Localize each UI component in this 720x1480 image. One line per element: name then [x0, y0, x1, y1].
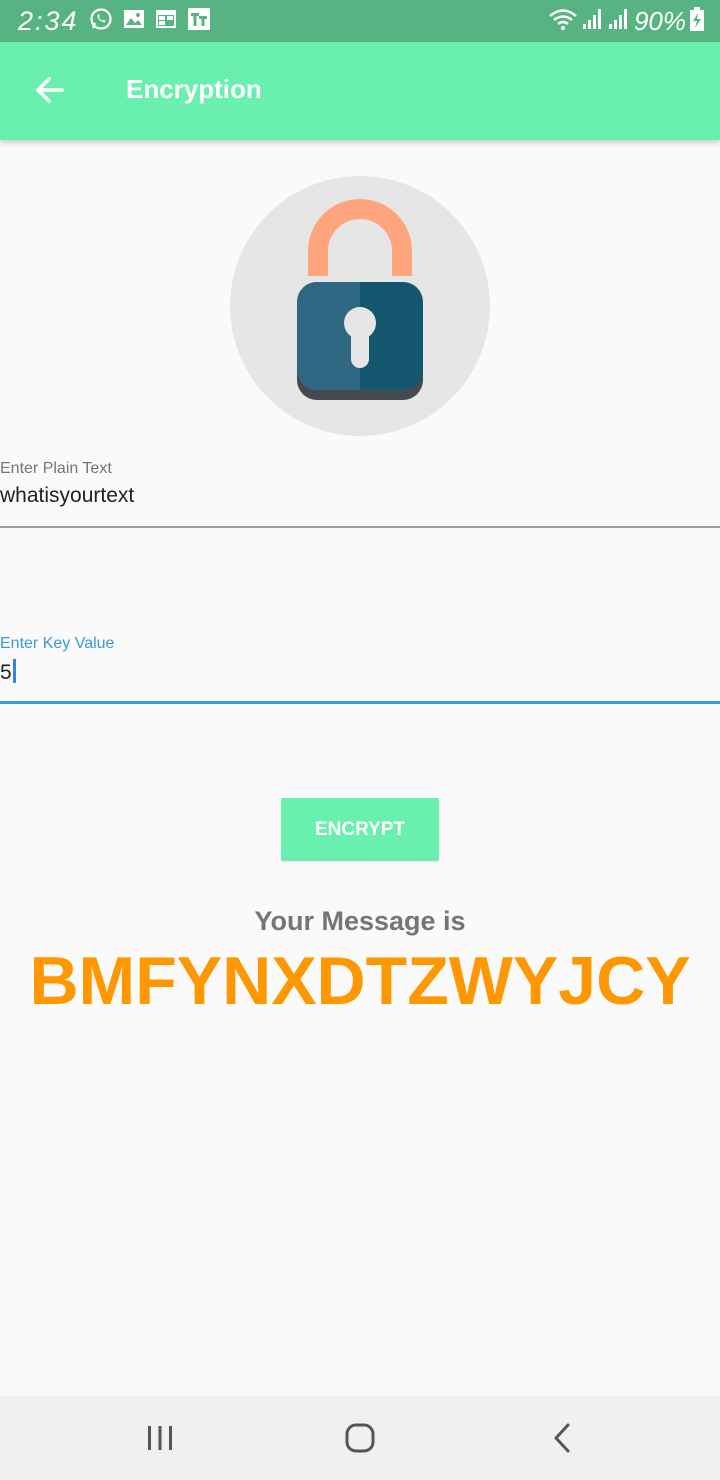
encrypt-button[interactable]: ENCRYPT [281, 798, 439, 861]
navigation-bar [0, 1396, 720, 1480]
plain-text-value[interactable]: whatisyourtext [0, 484, 134, 508]
signal-icon [608, 8, 628, 35]
recent-apps-button[interactable] [138, 1416, 182, 1460]
page-title: Encryption [126, 74, 262, 104]
arrow-back-icon [36, 77, 64, 103]
status-time: 2:34 [18, 5, 79, 36]
back-button[interactable] [30, 70, 70, 110]
key-value-underline [0, 701, 720, 704]
key-value-label: Enter Key Value [0, 635, 115, 652]
app-bar: Encryption [0, 42, 720, 140]
key-value-field[interactable]: Enter Key Value 5 [0, 633, 720, 707]
result-value: BMFYNXDTZWYJCY [29, 943, 691, 1019]
nav-back-button[interactable] [540, 1416, 584, 1460]
whatsapp-icon [89, 7, 113, 36]
battery-level: 90% [633, 5, 686, 36]
padlock-icon [297, 199, 423, 400]
text-cursor [12, 659, 16, 683]
recent-apps-icon [148, 1426, 172, 1450]
result-heading: Your Message is [254, 906, 466, 936]
lock-image [230, 176, 490, 436]
status-bar: 2:34 90% [0, 0, 720, 42]
plain-text-underline [0, 526, 720, 528]
back-icon [554, 1423, 570, 1453]
wifi-icon [548, 7, 578, 36]
calendar-icon [155, 8, 177, 35]
key-value-input[interactable]: 5 [0, 659, 16, 685]
plain-text-label: Enter Plain Text [0, 460, 112, 477]
plain-text-field[interactable]: Enter Plain Text whatisyourtext [0, 458, 720, 530]
key-value-text: 5 [0, 661, 12, 684]
signal-icon [582, 8, 602, 35]
home-button[interactable] [338, 1416, 382, 1460]
gallery-icon [123, 8, 145, 35]
status-left: 2:34 [18, 6, 221, 36]
battery-charging-icon [690, 6, 704, 36]
home-icon [345, 1423, 375, 1453]
tt-app-icon [187, 7, 211, 36]
status-right: 90% [548, 6, 704, 36]
